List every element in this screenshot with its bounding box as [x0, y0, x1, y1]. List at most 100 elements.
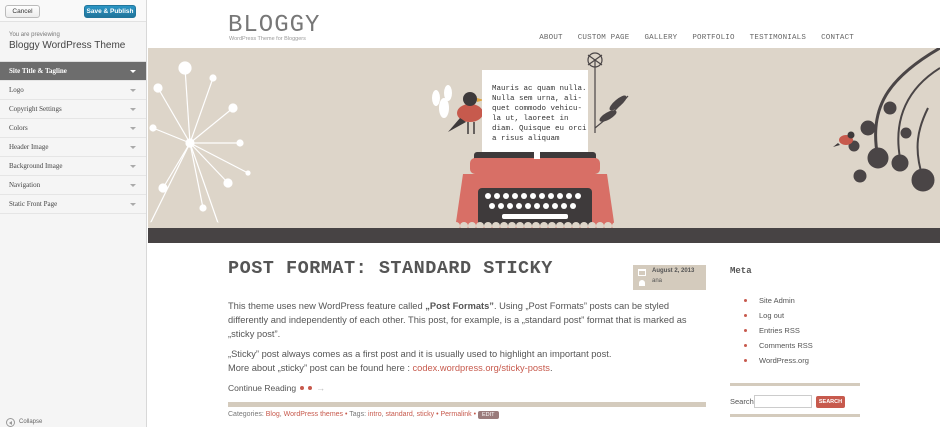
theme-name: Bloggy WordPress Theme [9, 40, 126, 51]
section-static-front-page[interactable]: Static Front Page [0, 195, 146, 214]
chevron-down-icon [130, 184, 136, 187]
meta-list: Site Admin Log out Entries RSS Comments … [730, 296, 860, 371]
permalink-link[interactable]: Permalink [440, 411, 471, 418]
separator: • [473, 411, 477, 418]
section-label: Header Image [9, 143, 49, 151]
chevron-down-icon [130, 203, 136, 206]
customizer-panel: Cancel Save & Publish You are previewing… [0, 0, 147, 427]
categories-label: Categories: [228, 411, 266, 418]
tag-link[interactable]: standard [385, 411, 412, 418]
cancel-button[interactable]: Cancel [5, 5, 40, 18]
banner-bottom-stripe [148, 228, 940, 243]
meta-link-comments-rss[interactable]: Comments RSS [730, 341, 860, 356]
post-paragraph: This theme uses new WordPress feature ca… [228, 299, 706, 341]
widget-title: Meta [730, 266, 752, 276]
widget-divider [730, 414, 860, 417]
header-banner: Mauris ac quam nulla. Nulla sem urna, al… [148, 48, 940, 243]
section-header-image[interactable]: Header Image [0, 138, 146, 157]
category-link[interactable]: Blog [266, 411, 280, 418]
section-copyright-settings[interactable]: Copyright Settings [0, 100, 146, 119]
chevron-down-icon [130, 127, 136, 130]
leaf-illustration [432, 85, 452, 118]
nav-item-contact[interactable]: CONTACT [821, 34, 854, 42]
text: More about „sticky” post can be found he… [228, 363, 413, 373]
tag-link[interactable]: intro [368, 411, 382, 418]
dot-icon [308, 386, 313, 390]
chevron-down-icon [130, 89, 136, 92]
section-label: Background Image [9, 162, 63, 170]
meta-link-entries-rss[interactable]: Entries RSS [730, 326, 860, 341]
post-author[interactable]: ana [652, 278, 662, 284]
chevron-down-icon [130, 146, 136, 149]
tag-link[interactable]: sticky [417, 411, 435, 418]
continue-label: Continue Reading [228, 383, 297, 393]
post-paragraph: „Sticky” post always comes as a first po… [228, 347, 706, 375]
post-date-box: August 2, 2013 ana [633, 265, 706, 290]
meta-link-wordpress-org[interactable]: WordPress.org [730, 356, 860, 371]
collapse-label: Collapse [19, 419, 43, 425]
section-label: Navigation [9, 181, 41, 189]
section-site-title-tagline[interactable]: Site Title & Tagline [0, 62, 146, 81]
post-divider [228, 402, 706, 407]
tags-label: Tags: [349, 411, 368, 418]
post: POST FORMAT: STANDARD STICKY August 2, 2… [228, 258, 706, 393]
user-icon [639, 280, 645, 286]
section-label: Logo [9, 86, 24, 94]
section-label: Static Front Page [9, 200, 58, 208]
chevron-down-icon [130, 108, 136, 111]
section-colors[interactable]: Colors [0, 119, 146, 138]
widget-divider [730, 383, 860, 386]
main-nav: ABOUT CUSTOM PAGE GALLERY PORTFOLIO TEST… [539, 34, 854, 42]
section-navigation[interactable]: Navigation [0, 176, 146, 195]
text: „Sticky” post always comes as a first po… [228, 349, 612, 359]
nav-item-custom-page[interactable]: CUSTOM PAGE [578, 34, 630, 42]
site-header: BLOGGY WordPress Theme for Bloggers ABOU… [148, 0, 940, 48]
edit-button[interactable]: EDIT [477, 411, 499, 419]
site-logo[interactable]: BLOGGY [228, 12, 320, 39]
post-date: August 2, 2013 [652, 268, 695, 274]
meta-widget: Meta Site Admin Log out Entries RSS Comm… [730, 266, 860, 371]
category-link[interactable]: WordPress themes [284, 411, 343, 418]
theme-info: You are previewing Bloggy WordPress Them… [0, 22, 146, 62]
codex-link[interactable]: codex.wordpress.org/sticky-posts [413, 363, 550, 373]
separator: • [345, 411, 348, 418]
dot-icon [300, 386, 305, 390]
meta-link-log-out[interactable]: Log out [730, 311, 860, 326]
text: . [549, 363, 553, 373]
customizer-sections: Site Title & Tagline Logo Copyright Sett… [0, 62, 146, 214]
chevron-down-icon [130, 165, 136, 168]
collapse-button[interactable]: Collapse [6, 417, 42, 427]
save-publish-button[interactable]: Save & Publish [84, 5, 136, 18]
collapse-icon [6, 417, 15, 427]
continue-reading-link[interactable]: Continue Reading → [228, 383, 706, 393]
chevron-down-icon [130, 70, 136, 73]
nav-item-gallery[interactable]: GALLERY [644, 34, 677, 42]
section-label: Copyright Settings [9, 105, 62, 113]
search-label: Search [730, 397, 754, 406]
banner-illustration: Mauris ac quam nulla. Nulla sem urna, al… [148, 48, 940, 240]
dandelion-illustration [148, 61, 251, 229]
separator: • [436, 411, 439, 418]
text: This theme uses new WordPress feature ca… [228, 301, 426, 311]
customizer-header: Cancel Save & Publish [0, 0, 146, 22]
section-label: Colors [9, 124, 28, 132]
nav-item-portfolio[interactable]: PORTFOLIO [692, 34, 734, 42]
nav-item-about[interactable]: ABOUT [539, 34, 563, 42]
section-label: Site Title & Tagline [9, 67, 67, 75]
section-logo[interactable]: Logo [0, 81, 146, 100]
post-meta: Categories: Blog, WordPress themes • Tag… [228, 411, 499, 419]
search-input[interactable] [754, 395, 812, 408]
dark-flower-illustration [848, 48, 940, 192]
arrow-right-icon: → [316, 383, 326, 393]
nav-item-testimonials[interactable]: TESTIMONIALS [750, 34, 806, 42]
text-bold: „Post Formats” [425, 301, 494, 311]
meta-link-site-admin[interactable]: Site Admin [730, 296, 860, 311]
site-preview: BLOGGY WordPress Theme for Bloggers ABOU… [148, 0, 940, 427]
search-button[interactable]: SEARCH [816, 396, 845, 408]
site-tagline: WordPress Theme for Bloggers [229, 36, 306, 42]
plant-illustration [587, 52, 629, 133]
bird-illustration [448, 92, 484, 134]
calendar-icon [638, 269, 646, 276]
section-background-image[interactable]: Background Image [0, 157, 146, 176]
previewing-note: You are previewing [9, 32, 60, 38]
